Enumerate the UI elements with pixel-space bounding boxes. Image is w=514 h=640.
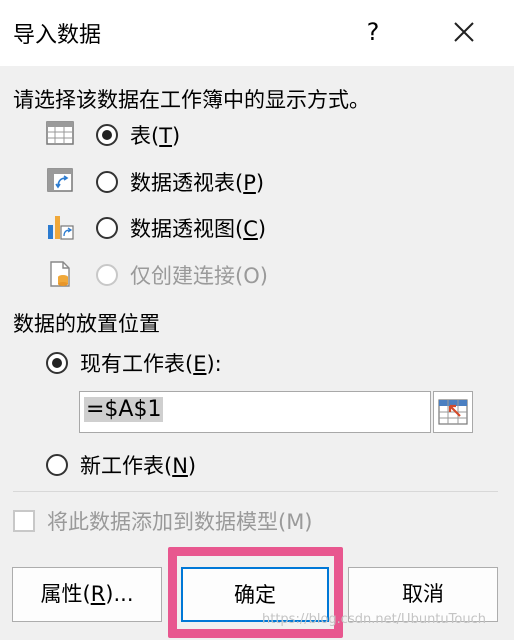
option-new-sheet[interactable]: 新工作表(N) <box>46 450 266 480</box>
help-button[interactable]: ? <box>350 12 396 52</box>
radio-pivot-chart[interactable] <box>96 217 118 239</box>
option-existing-sheet[interactable]: 现有工作表(E): <box>46 348 306 378</box>
range-select-icon <box>438 399 468 425</box>
option-pivot-chart[interactable]: 数据透视图(C) <box>46 213 346 243</box>
option-pivot-table[interactable]: 数据透视表(P) <box>46 167 346 197</box>
data-model-label: 将此数据添加到数据模型(M) <box>47 510 313 534</box>
radio-table[interactable] <box>96 124 118 146</box>
title-bar: 导入数据 ? <box>0 0 514 66</box>
option-table-label: 表(T) <box>130 124 181 148</box>
divider <box>13 491 498 492</box>
radio-connection-only <box>96 264 118 286</box>
placement-heading: 数据的放置位置 <box>13 312 160 336</box>
close-icon <box>454 22 474 42</box>
radio-new-sheet[interactable] <box>46 454 68 476</box>
pivot-table-icon <box>47 168 73 192</box>
option-existing-sheet-label: 现有工作表(E): <box>80 352 222 376</box>
option-connection-only: 仅创建连接(O) <box>46 260 346 290</box>
range-selector-button[interactable] <box>433 391 473 433</box>
option-new-sheet-label: 新工作表(N) <box>80 454 197 478</box>
radio-pivot-table[interactable] <box>96 171 118 193</box>
radio-existing-sheet[interactable] <box>46 352 68 374</box>
pivot-chart-icon <box>48 216 74 240</box>
option-table[interactable]: 表(T) <box>46 120 346 150</box>
display-prompt: 请选择该数据在工作簿中的显示方式。 <box>13 88 370 112</box>
table-icon <box>46 121 74 145</box>
close-button[interactable] <box>436 12 492 52</box>
option-pivot-table-label: 数据透视表(P) <box>130 171 265 195</box>
dialog-title: 导入数据 <box>13 23 102 48</box>
option-pivot-chart-label: 数据透视图(C) <box>130 217 267 241</box>
cell-reference-input[interactable]: =$A$1 <box>79 391 431 433</box>
option-connection-only-label: 仅创建连接(O) <box>130 264 268 288</box>
watermark: https://blog.csdn.net/UbuntuTouch <box>262 612 486 627</box>
connection-only-icon <box>50 261 70 287</box>
cell-reference-value: =$A$1 <box>84 397 164 422</box>
data-model-checkbox <box>13 510 35 532</box>
properties-button[interactable]: 属性(R)... <box>12 567 162 622</box>
